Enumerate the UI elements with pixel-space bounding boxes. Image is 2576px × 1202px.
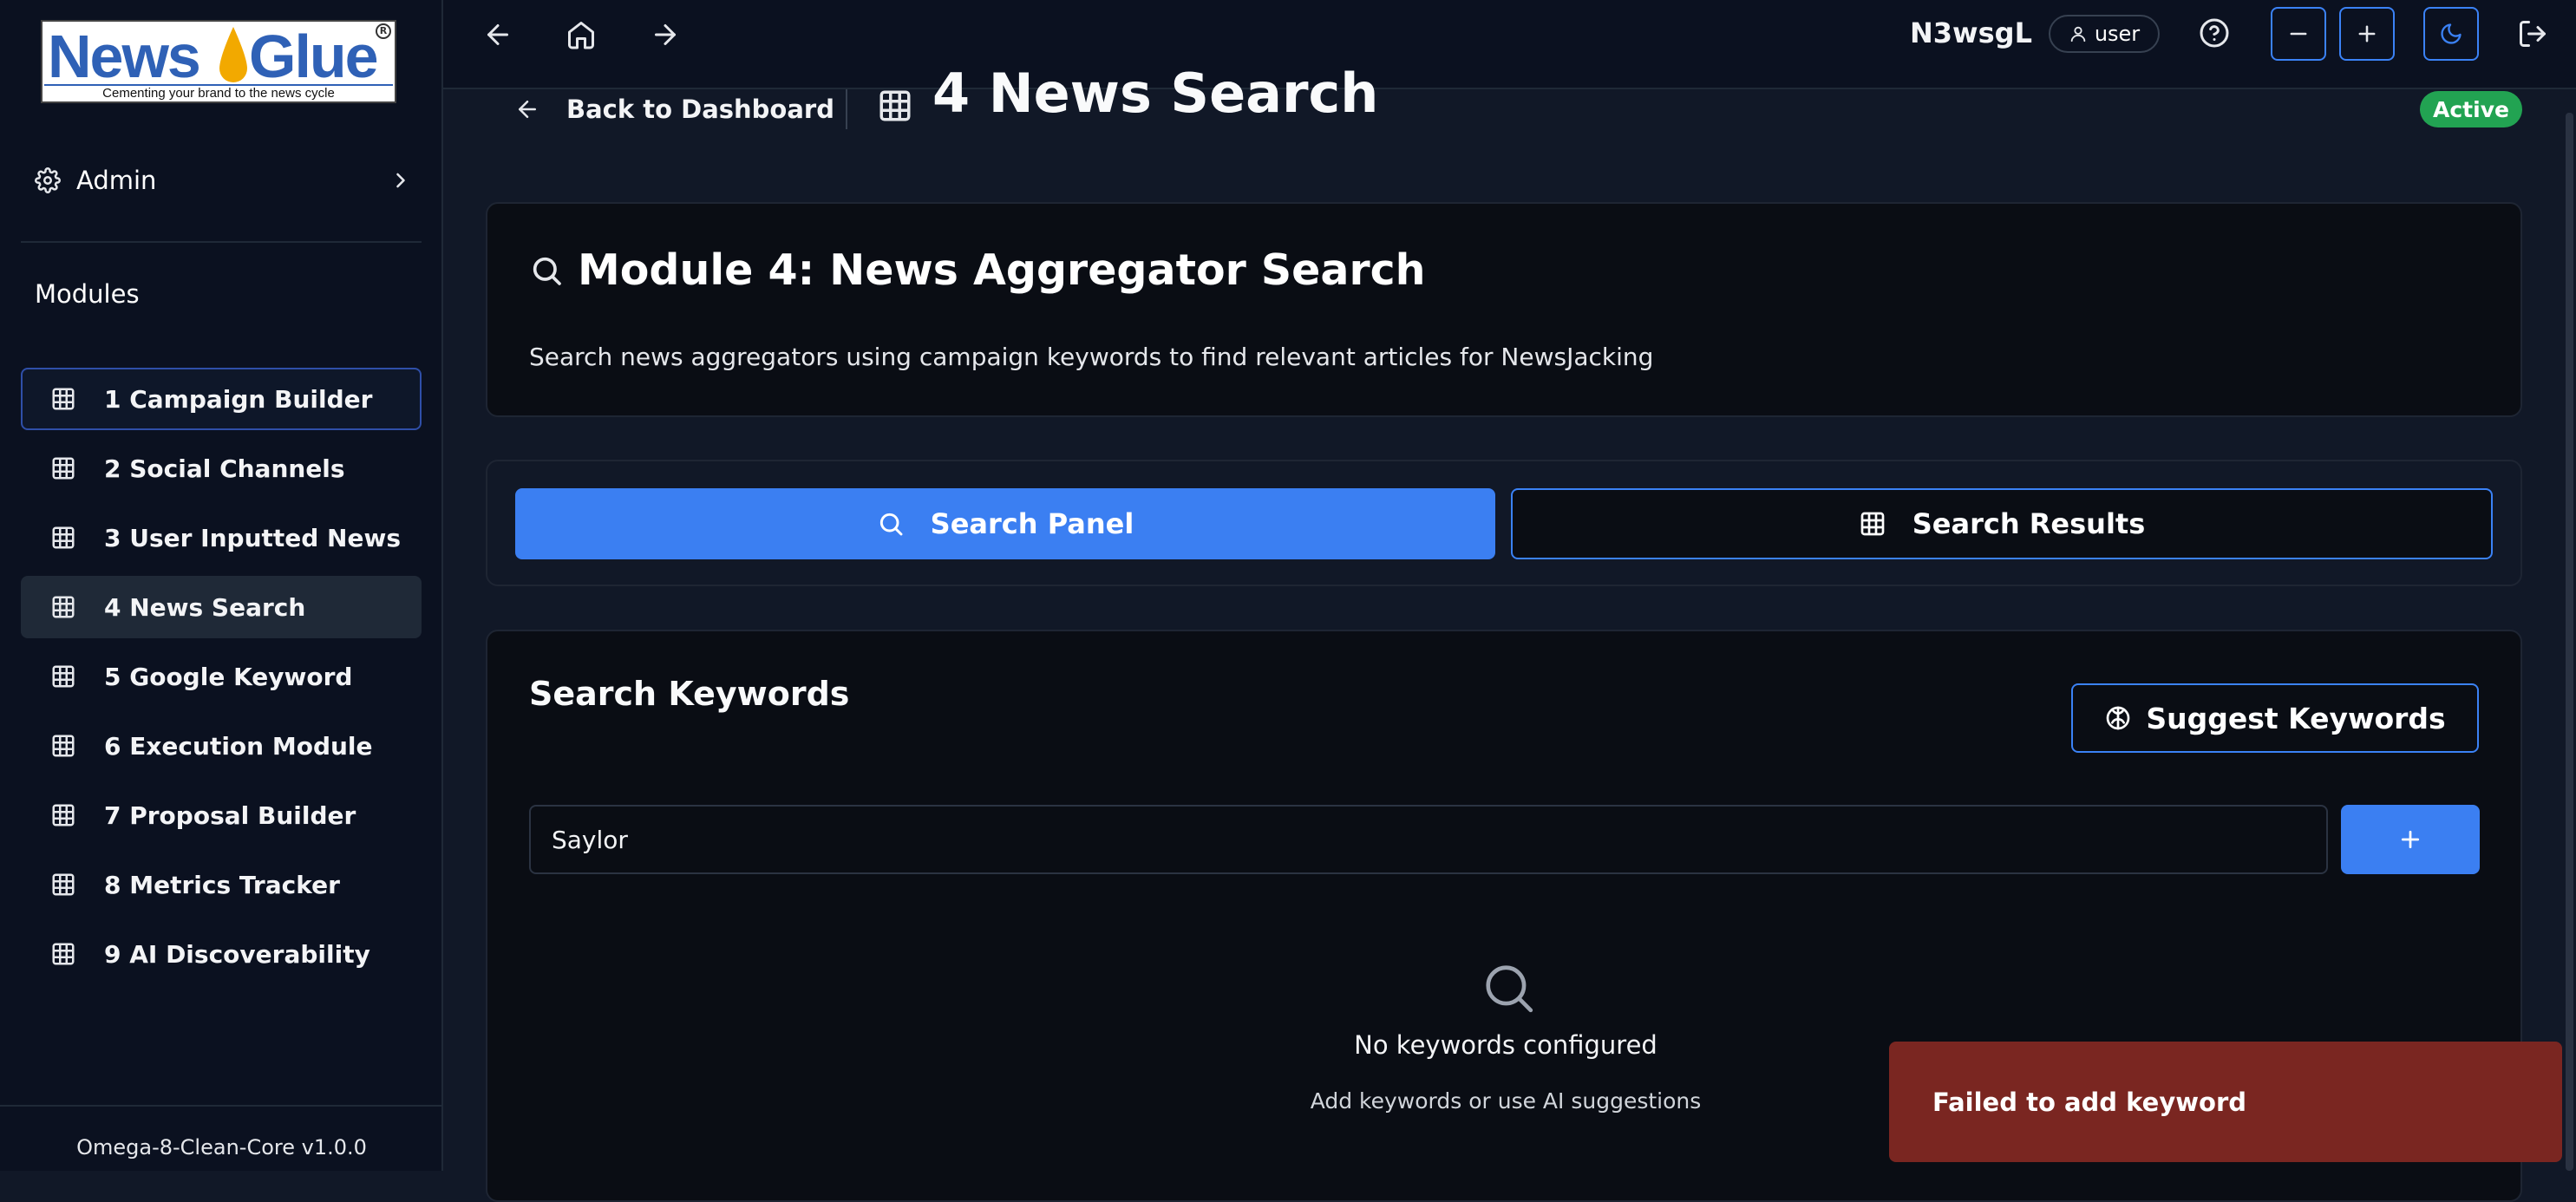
sidebar-item-proposal-builder[interactable]: 7 Proposal Builder [21, 784, 422, 846]
arrow-right-icon[interactable] [650, 19, 681, 50]
grid-icon [1860, 512, 1885, 536]
page-title: 4 News Search [932, 63, 1379, 124]
keyword-input[interactable] [529, 805, 2328, 874]
admin-menu[interactable]: Admin [21, 154, 420, 206]
drop-icon [219, 27, 247, 82]
home-icon[interactable] [566, 19, 597, 50]
module-title-row: Module 4: News Aggregator Search [529, 245, 1426, 295]
suggest-keywords-button[interactable]: Suggest Keywords [2071, 683, 2479, 753]
sidebar-item-label: 6 Execution Module [104, 731, 373, 761]
plus-icon [2358, 25, 2376, 42]
sidebar-item-execution-module[interactable]: 6 Execution Module [21, 715, 422, 777]
grid-icon [52, 596, 75, 618]
sidebar-item-label: 5 Google Keyword [104, 662, 353, 691]
tab-search-panel[interactable]: Search Panel [515, 488, 1495, 559]
user-role-badge[interactable]: user [2049, 15, 2160, 53]
module-description: Search news aggregators using campaign k… [529, 343, 1654, 371]
sidebar-item-label: 1 Campaign Builder [104, 384, 373, 414]
status-badge: Active [2420, 91, 2522, 127]
newsglue-logo[interactable]: News Glue R Cementing your brand to the … [41, 20, 396, 103]
plus-icon [2401, 830, 2420, 849]
tab-search-results[interactable]: Search Results [1511, 488, 2493, 559]
add-keyword-button[interactable] [2341, 805, 2480, 874]
main-scrollbar-thumb[interactable] [2566, 113, 2573, 1171]
zoom-in-button[interactable] [2339, 7, 2395, 61]
grid-icon [879, 90, 911, 121]
keywords-heading: Search Keywords [529, 675, 850, 713]
search-icon [879, 513, 903, 536]
registered-mark-icon: R [376, 23, 391, 39]
help-icon[interactable] [2199, 17, 2230, 49]
sidebar-item-campaign-builder[interactable]: 1 Campaign Builder [21, 368, 422, 430]
view-tabs: Search Panel Search Results [486, 460, 2522, 586]
sidebar-item-label: 7 Proposal Builder [104, 800, 356, 830]
sidebar-item-label: 9 AI Discoverability [104, 939, 370, 969]
sidebar-divider [21, 241, 422, 243]
search-icon [1486, 965, 1533, 1013]
module-nav: 1 Campaign Builder 2 Social Channels 3 U… [21, 368, 422, 992]
logo-tagline: Cementing your brand to the news cycle [44, 84, 393, 101]
sidebar: News Glue R Cementing your brand to the … [0, 0, 443, 1171]
logout-icon[interactable] [2517, 18, 2548, 49]
zoom-out-button[interactable] [2271, 7, 2326, 61]
sidebar-item-social-channels[interactable]: 2 Social Channels [21, 437, 422, 500]
grid-icon [52, 735, 75, 757]
suggest-keywords-label: Suggest Keywords [2146, 701, 2446, 735]
sidebar-item-label: 4 News Search [104, 592, 306, 622]
sidebar-item-google-keyword[interactable]: 5 Google Keyword [21, 645, 422, 708]
theme-toggle-button[interactable] [2423, 7, 2479, 61]
page-title-group: 4 News Search [877, 63, 1378, 124]
sidebar-item-news-search[interactable]: 4 News Search [21, 576, 422, 638]
user-role-label: user [2094, 22, 2141, 46]
admin-label: Admin [76, 166, 157, 195]
grid-icon [52, 943, 75, 965]
grid-icon [52, 665, 75, 688]
sidebar-item-label: 8 Metrics Tracker [104, 870, 340, 899]
header-separator [846, 89, 847, 129]
user-icon [2070, 26, 2086, 42]
moon-icon [2441, 23, 2462, 44]
sidebar-item-user-inputted-news[interactable]: 3 User Inputted News [21, 506, 422, 569]
search-icon [533, 257, 561, 285]
chevron-right-icon [396, 173, 405, 188]
module-info-card: Module 4: News Aggregator Search Search … [486, 202, 2522, 417]
sidebar-item-ai-discoverability[interactable]: 9 AI Discoverability [21, 923, 422, 985]
back-to-dashboard-button[interactable]: Back to Dashboard [514, 89, 834, 129]
sidebar-item-label: 3 User Inputted News [104, 523, 402, 552]
logo-word-glue: Glue [249, 23, 379, 90]
app-version: Omega-8-Clean-Core v1.0.0 [76, 1135, 367, 1160]
grid-icon [52, 457, 75, 480]
module-title: Module 4: News Aggregator Search [578, 245, 1426, 295]
modules-heading: Modules [35, 279, 140, 309]
tab-label: Search Results [1912, 507, 2146, 540]
grid-icon [52, 388, 75, 410]
minus-icon [2290, 32, 2307, 36]
arrow-left-icon [519, 101, 536, 118]
sidebar-footer-divider [0, 1105, 443, 1107]
back-label: Back to Dashboard [566, 95, 834, 124]
sidebar-item-metrics-tracker[interactable]: 8 Metrics Tracker [21, 853, 422, 916]
grid-icon [52, 526, 75, 549]
user-id: N3wsgL [1910, 16, 2032, 49]
tab-label: Search Panel [930, 507, 1134, 540]
grid-icon [52, 804, 75, 826]
logo-word-news: News [48, 23, 201, 90]
gear-icon [35, 167, 61, 193]
page-header: Back to Dashboard 4 News Search Active [443, 63, 2576, 136]
top-bar: N3wsgL user [443, 0, 2576, 89]
arrow-left-icon[interactable] [482, 19, 513, 50]
toast-message: Failed to add keyword [1932, 1087, 2247, 1117]
brain-icon [2106, 706, 2130, 730]
sidebar-item-label: 2 Social Channels [104, 454, 345, 483]
grid-icon [52, 873, 75, 896]
error-toast[interactable]: Failed to add keyword [1889, 1042, 2562, 1162]
